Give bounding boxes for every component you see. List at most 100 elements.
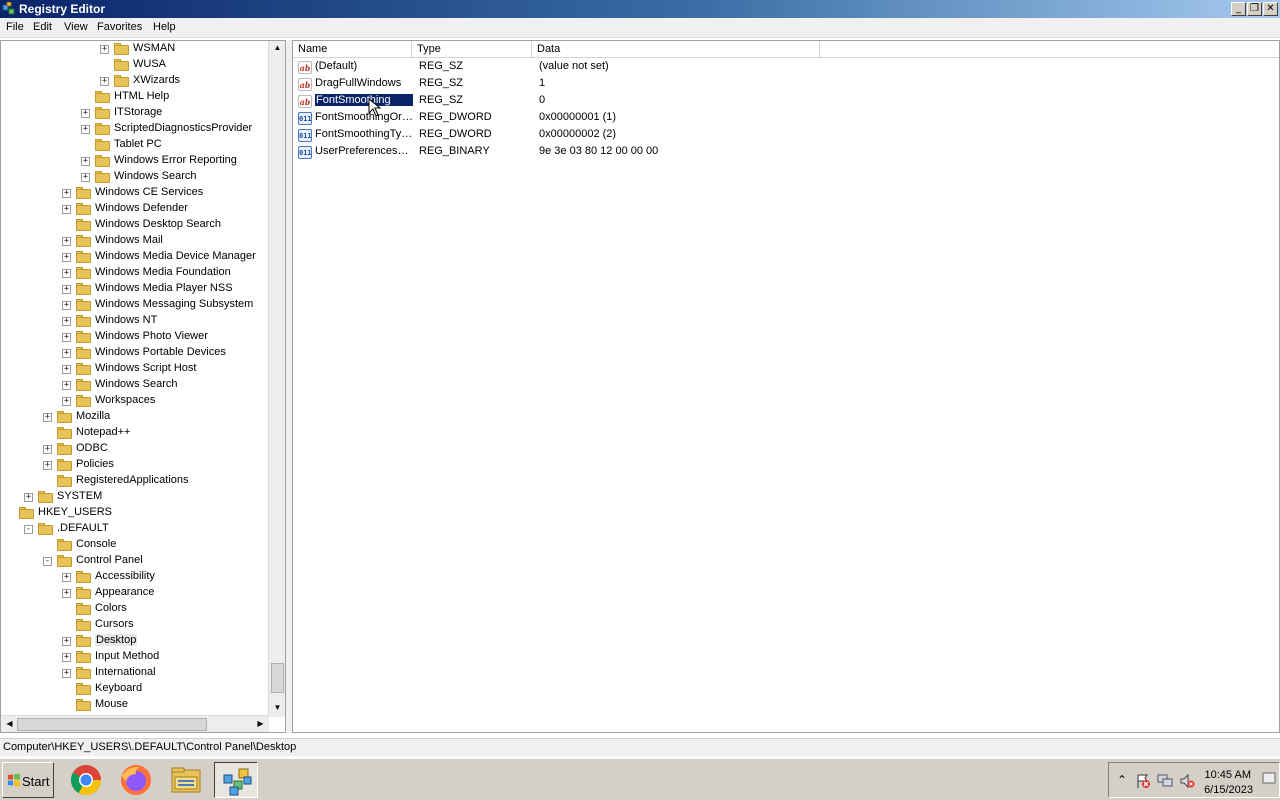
tree-node[interactable]: + Windows Portable Devices <box>1 345 269 361</box>
tree-node-label[interactable]: Keyboard <box>95 682 142 694</box>
tree-node-label[interactable]: Windows Mail <box>95 234 163 246</box>
tree-node[interactable]: Notepad++ <box>1 425 269 441</box>
tree-node-label[interactable]: WSMAN <box>133 42 175 54</box>
expand-icon[interactable]: + <box>81 125 90 134</box>
value-name[interactable]: FontSmoothingOr… <box>315 111 413 123</box>
tree-node[interactable]: Mouse <box>1 697 269 713</box>
value-name[interactable]: FontSmoothingType <box>315 128 413 140</box>
expand-icon[interactable]: + <box>62 573 71 582</box>
expand-icon[interactable]: + <box>62 397 71 406</box>
expand-icon[interactable]: + <box>62 589 71 598</box>
tree-node-label[interactable]: ScriptedDiagnosticsProvider <box>114 122 252 134</box>
tree-node[interactable]: RegisteredApplications <box>1 473 269 489</box>
collapse-icon[interactable]: - <box>43 557 52 566</box>
tree-node-label[interactable]: SYSTEM <box>57 490 102 502</box>
tree-node-label[interactable]: RegisteredApplications <box>76 474 189 486</box>
tree-node-label[interactable]: Colors <box>95 602 127 614</box>
tree-node[interactable]: + Accessibility <box>1 569 269 585</box>
tree-node[interactable]: + Policies <box>1 457 269 473</box>
tree-node-label[interactable]: Windows Desktop Search <box>95 218 221 230</box>
collapse-icon[interactable]: - <box>24 525 33 534</box>
expand-icon[interactable]: + <box>62 237 71 246</box>
values-list-pane[interactable]: Name Type Data ab (Default) REG_SZ (value n… <box>292 40 1280 733</box>
tree-node-label[interactable]: Appearance <box>95 586 154 598</box>
tree-node[interactable]: + International <box>1 665 269 681</box>
tree-node-label[interactable]: Windows Script Host <box>95 362 196 374</box>
tree-node[interactable]: - Control Panel <box>1 553 269 569</box>
menu-help[interactable]: Help <box>153 21 176 33</box>
tree-node[interactable]: + Workspaces <box>1 393 269 409</box>
tree-vertical-scrollbar[interactable]: ▲ ▼ <box>268 41 285 717</box>
tree-node[interactable]: + Appearance <box>1 585 269 601</box>
expand-icon[interactable]: + <box>62 317 71 326</box>
tree-node[interactable]: HTML Help <box>1 89 269 105</box>
expand-icon[interactable]: + <box>62 669 71 678</box>
tree-horizontal-scroll-thumb[interactable] <box>17 718 207 731</box>
tree-node-label[interactable]: Windows Error Reporting <box>114 154 237 166</box>
expand-icon[interactable]: + <box>81 109 90 118</box>
expand-icon[interactable]: + <box>100 77 109 86</box>
show-desktop-icon[interactable] <box>1262 767 1276 793</box>
tree-node[interactable]: + Windows Mail <box>1 233 269 249</box>
value-row[interactable]: ab (Default) REG_SZ (value not set) <box>293 59 833 76</box>
tree-node-label[interactable]: Mozilla <box>76 410 110 422</box>
expand-icon[interactable]: + <box>43 445 52 454</box>
tree-node[interactable]: + XWizards <box>1 73 269 89</box>
tree-node[interactable]: Console <box>1 537 269 553</box>
menu-view[interactable]: View <box>64 21 88 33</box>
tree-node-label[interactable]: Control Panel <box>76 554 143 566</box>
tree-node[interactable]: + Windows Search <box>1 377 269 393</box>
tree-node-label[interactable]: Desktop <box>95 634 138 646</box>
tree-node[interactable]: + Desktop <box>1 633 269 649</box>
tree-node-label[interactable]: Console <box>76 538 116 550</box>
start-button[interactable]: Start <box>2 762 54 798</box>
expand-icon[interactable]: + <box>62 269 71 278</box>
expand-icon[interactable]: + <box>81 173 90 182</box>
value-row[interactable]: 011 UserPreferences… REG_BINARY 9e 3e 03 80… <box>293 144 833 161</box>
expand-icon[interactable]: + <box>100 45 109 54</box>
minimize-button[interactable]: _ <box>1231 2 1246 16</box>
tree-node[interactable]: + Windows Messaging Subsystem <box>1 297 269 313</box>
tree-node[interactable]: + Windows Defender <box>1 201 269 217</box>
tree-node[interactable]: Keyboard <box>1 681 269 697</box>
tree-node[interactable]: + ITStorage <box>1 105 269 121</box>
expand-icon[interactable]: + <box>62 253 71 262</box>
tree-node[interactable]: HKEY_USERS <box>1 505 269 521</box>
firefox-icon[interactable] <box>114 762 158 798</box>
tree-node-label[interactable]: Notepad++ <box>76 426 130 438</box>
tree-node-label[interactable]: HTML Help <box>114 90 169 102</box>
expand-icon[interactable]: + <box>43 461 52 470</box>
tree-node[interactable]: + Windows CE Services <box>1 185 269 201</box>
tree-node[interactable]: + Windows Error Reporting <box>1 153 269 169</box>
tree-node-label[interactable]: Mouse <box>95 698 128 710</box>
tree-node[interactable]: Cursors <box>1 617 269 633</box>
column-header-type[interactable]: Type <box>412 41 532 58</box>
show-hidden-icons-icon[interactable]: ⌃ <box>1117 773 1133 789</box>
clock-date[interactable]: 6/15/2023 <box>1204 784 1253 796</box>
expand-icon[interactable]: + <box>62 285 71 294</box>
tree-node-label[interactable]: Windows Messaging Subsystem <box>95 298 253 310</box>
action-center-flag-icon[interactable] <box>1135 773 1151 789</box>
tree-node-label[interactable]: Windows Defender <box>95 202 188 214</box>
tree-node[interactable]: + Mozilla <box>1 409 269 425</box>
scroll-down-arrow-icon[interactable]: ▼ <box>270 701 285 716</box>
tree-node-label[interactable]: XWizards <box>133 74 180 86</box>
tree-node-label[interactable]: Windows Photo Viewer <box>95 330 208 342</box>
tree-node[interactable]: + Input Method <box>1 649 269 665</box>
tree-node-label[interactable]: Accessibility <box>95 570 155 582</box>
menu-file[interactable]: File <box>6 21 24 33</box>
tree-node[interactable]: Tablet PC <box>1 137 269 153</box>
expand-icon[interactable]: + <box>62 381 71 390</box>
expand-icon[interactable]: + <box>62 333 71 342</box>
expand-icon[interactable]: + <box>62 637 71 646</box>
tree-node[interactable]: + ODBC <box>1 441 269 457</box>
menu-edit[interactable]: Edit <box>33 21 52 33</box>
file-explorer-icon[interactable] <box>164 762 208 798</box>
menu-favorites[interactable]: Favorites <box>97 21 142 33</box>
column-header-name[interactable]: Name <box>293 41 412 58</box>
tree-node-label[interactable]: Windows Media Foundation <box>95 266 231 278</box>
tree-node[interactable]: + ScriptedDiagnosticsProvider <box>1 121 269 137</box>
value-row[interactable]: ab DragFullWindows REG_SZ 1 <box>293 76 833 93</box>
tree-node[interactable]: - .DEFAULT <box>1 521 269 537</box>
expand-icon[interactable]: + <box>81 157 90 166</box>
